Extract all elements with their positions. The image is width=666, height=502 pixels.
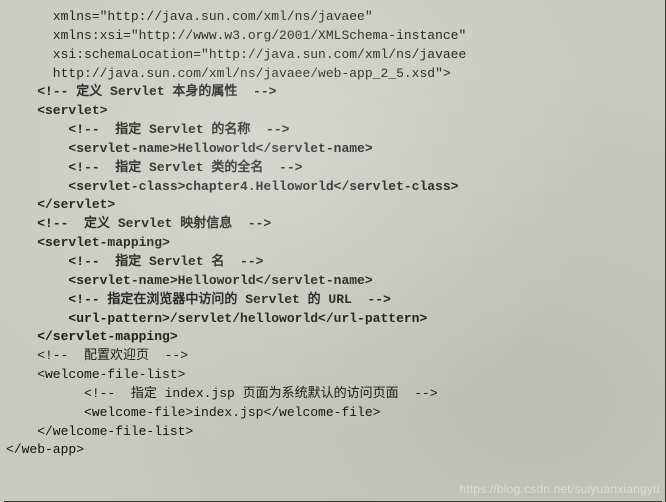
- code-line: http://java.sun.com/xml/ns/javaee/web-ap…: [6, 66, 451, 81]
- code-line: <!-- 指定 Servlet 类的全名 -->: [6, 160, 302, 175]
- code-line: <servlet-class>chapter4.Helloworld</serv…: [6, 179, 458, 194]
- code-line: <welcome-file>index.jsp</welcome-file>: [6, 405, 380, 420]
- code-line: <servlet-name>Helloworld</servlet-name>: [6, 141, 373, 156]
- code-line: <url-pattern>/servlet/helloworld</url-pa…: [6, 311, 427, 326]
- code-block: xmlns="http://java.sun.com/xml/ns/javaee…: [6, 8, 666, 460]
- code-line: <servlet-name>Helloworld</servlet-name>: [6, 273, 373, 288]
- code-line: <!-- 指定在浏览器中访问的 Servlet 的 URL -->: [6, 292, 391, 307]
- code-line: <!-- 定义 Servlet 映射信息 -->: [6, 216, 271, 231]
- code-line: </servlet-mapping>: [6, 329, 178, 344]
- code-line: </servlet>: [6, 197, 115, 212]
- code-line: <!-- 指定 index.jsp 页面为系统默认的访问页面 -->: [6, 386, 438, 401]
- code-line: <servlet>: [6, 103, 107, 118]
- code-line: <!-- 配置欢迎页 -->: [6, 348, 188, 363]
- code-line: <!-- 指定 Servlet 名 -->: [6, 254, 263, 269]
- code-line: xmlns="http://java.sun.com/xml/ns/javaee…: [6, 9, 373, 24]
- code-line: <servlet-mapping>: [6, 235, 170, 250]
- code-line: xsi:schemaLocation="http://java.sun.com/…: [6, 47, 466, 62]
- watermark: https://blog.csdn.net/suiyuanxiangyu: [459, 481, 660, 498]
- code-line: xmlns:xsi="http://www.w3.org/2001/XMLSch…: [6, 28, 466, 43]
- code-line: </web-app>: [6, 442, 84, 457]
- code-line: </welcome-file-list>: [6, 424, 193, 439]
- code-line: <welcome-file-list>: [6, 367, 185, 382]
- code-line: <!-- 定义 Servlet 本身的属性 -->: [6, 84, 276, 99]
- code-line: <!-- 指定 Servlet 的名称 -->: [6, 122, 289, 137]
